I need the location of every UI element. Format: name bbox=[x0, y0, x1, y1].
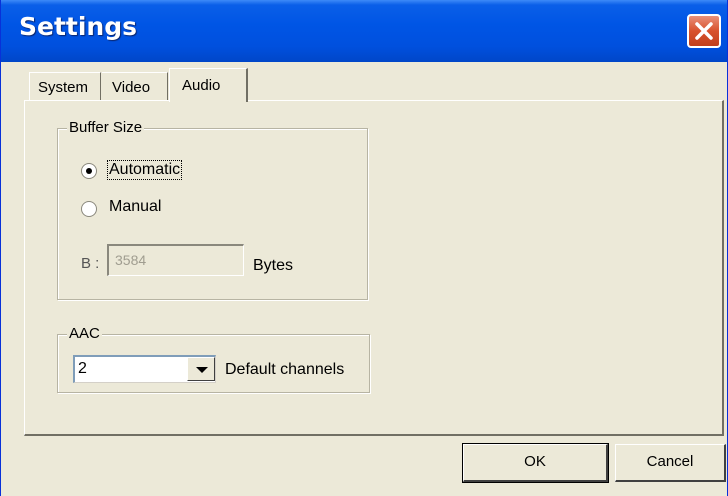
default-channels-value: 2 bbox=[78, 360, 87, 377]
bytes-unit-label: Bytes bbox=[253, 257, 294, 274]
default-channels-label: Default channels bbox=[225, 361, 345, 378]
window-title: Settings bbox=[19, 12, 138, 41]
close-button[interactable] bbox=[687, 14, 721, 48]
aac-group-label: AAC bbox=[67, 325, 102, 342]
close-icon bbox=[695, 22, 713, 40]
buffer-size-group-label: Buffer Size bbox=[67, 119, 145, 136]
manual-radio-label[interactable]: Manual bbox=[109, 198, 161, 216]
chevron-down-icon bbox=[196, 367, 208, 373]
tab-system[interactable]: System bbox=[29, 72, 101, 100]
tab-audio-label: Audio bbox=[182, 77, 221, 94]
title-bar[interactable]: Settings bbox=[1, 0, 727, 62]
radio-selected-dot bbox=[86, 168, 92, 174]
ok-button[interactable]: OK bbox=[462, 443, 609, 483]
tab-audio[interactable]: Audio bbox=[169, 68, 248, 102]
buffer-bytes-input[interactable]: 3584 bbox=[107, 244, 244, 276]
default-channels-select[interactable]: 2 bbox=[73, 355, 216, 383]
tab-video-label: Video bbox=[112, 79, 151, 96]
manual-radio[interactable] bbox=[81, 201, 97, 217]
dropdown-button[interactable] bbox=[187, 357, 215, 381]
buffer-bytes-label: B : bbox=[81, 255, 100, 272]
tab-system-label: System bbox=[38, 79, 89, 96]
automatic-radio[interactable] bbox=[81, 163, 97, 179]
cancel-button[interactable]: Cancel bbox=[615, 444, 726, 482]
buffer-bytes-value: 3584 bbox=[115, 252, 147, 268]
automatic-radio-label[interactable]: Automatic bbox=[107, 160, 183, 180]
settings-dialog: Settings System Video Audio Buffer Size … bbox=[0, 0, 728, 496]
tab-video[interactable]: Video bbox=[102, 72, 168, 100]
